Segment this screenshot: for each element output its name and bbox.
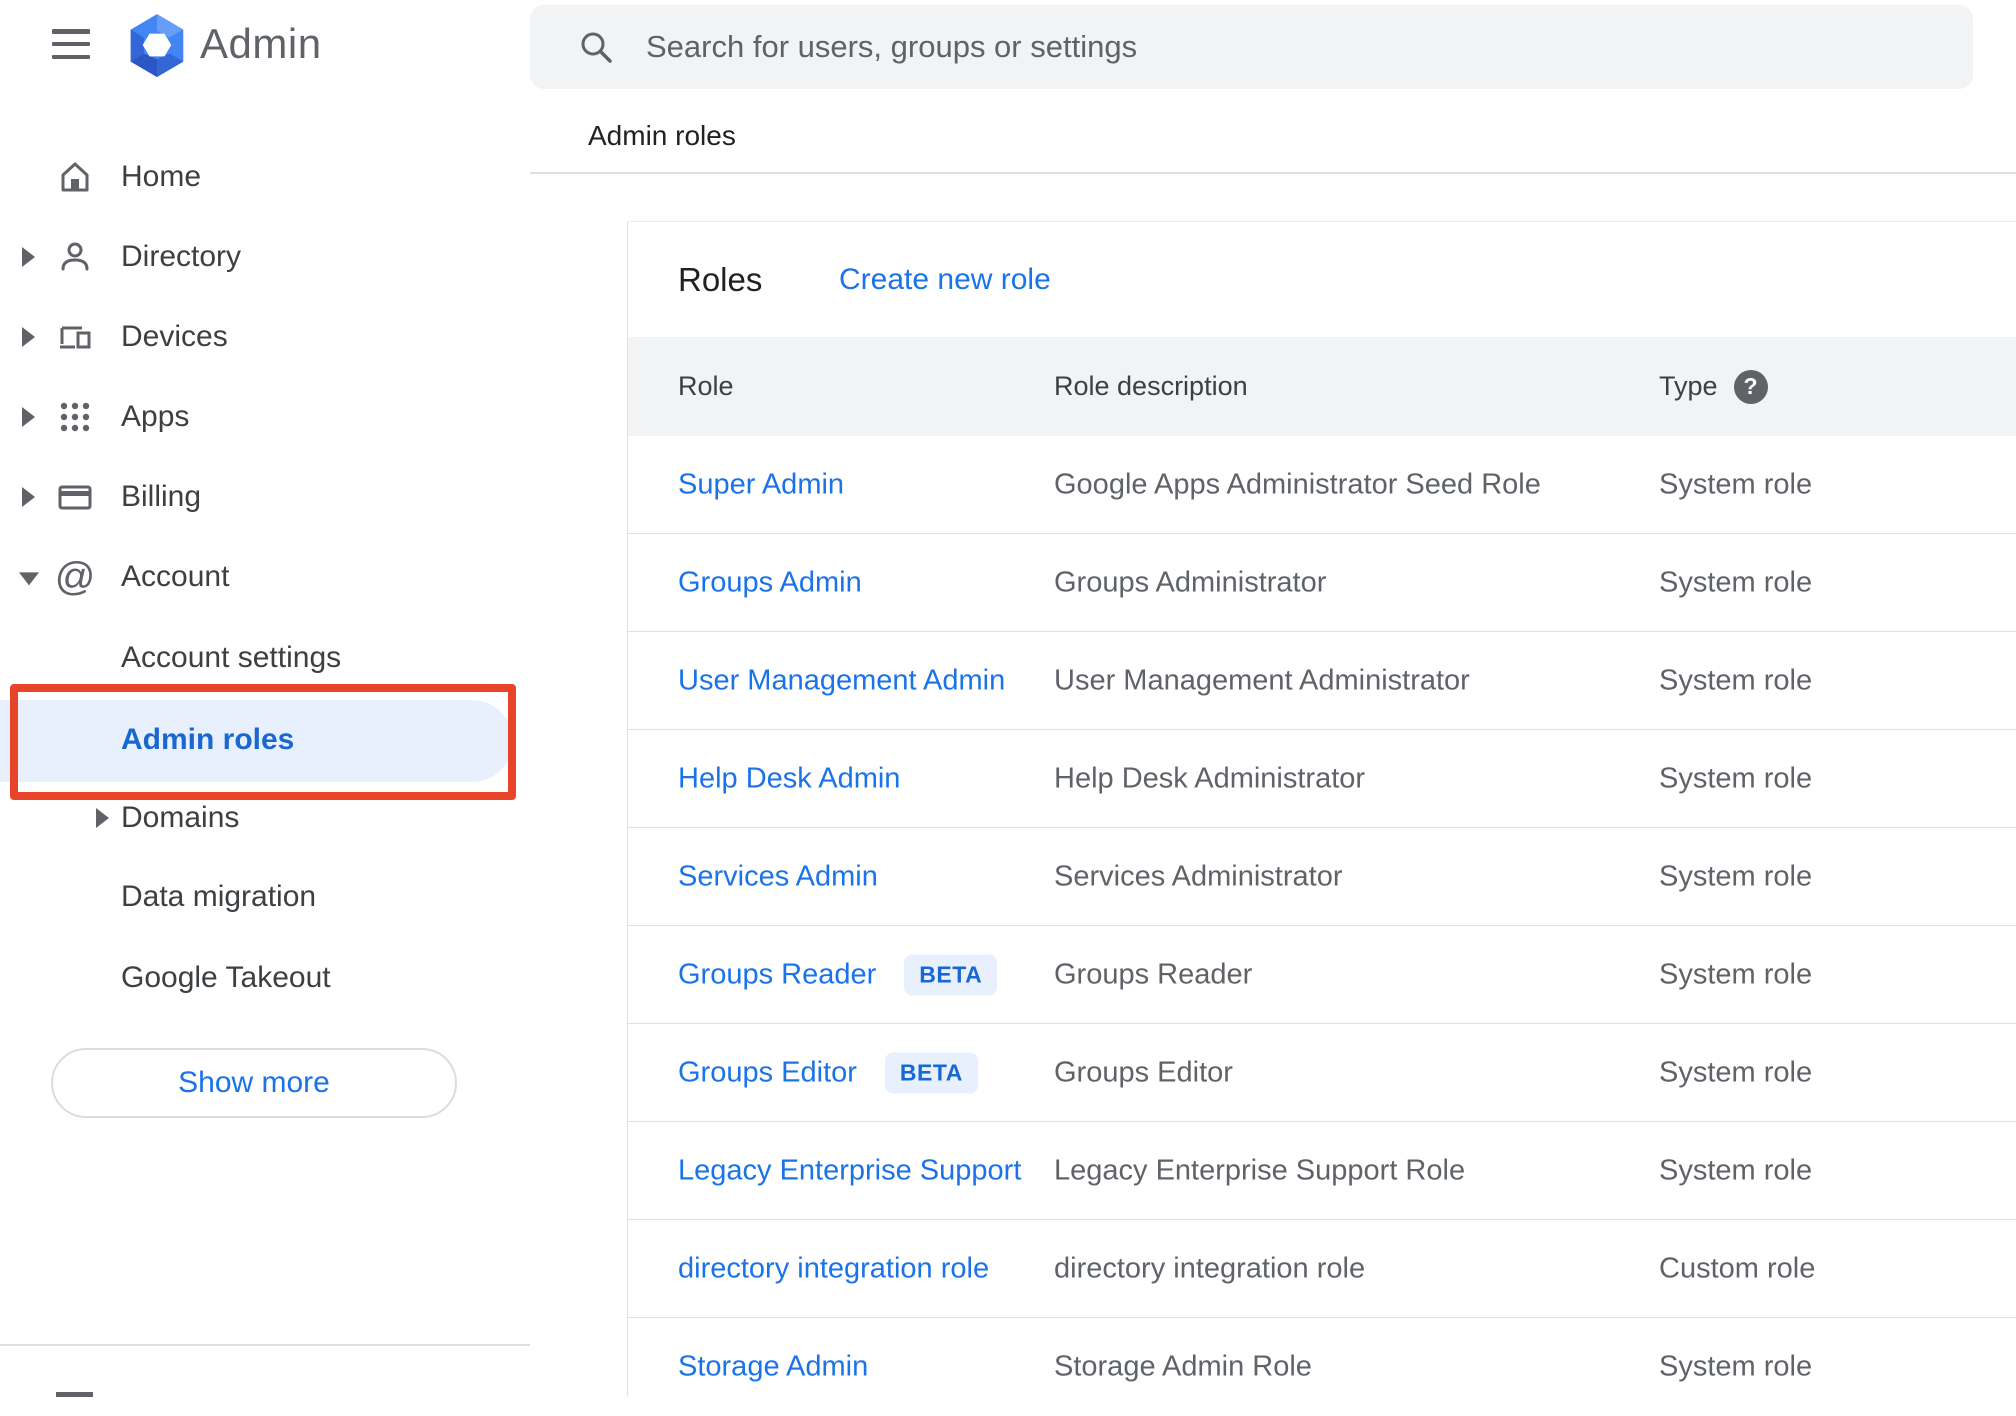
role-description: User Management Administrator: [1054, 664, 1470, 696]
role-description: Google Apps Administrator Seed Role: [1054, 468, 1541, 500]
table-row: directory integration role directory int…: [628, 1220, 2016, 1318]
apps-grid-icon: [56, 398, 94, 436]
role-description: directory integration role: [1054, 1252, 1366, 1284]
role-type: System role: [1659, 468, 1813, 500]
role-link[interactable]: Storage Admin: [678, 1351, 868, 1384]
header-divider: [530, 172, 2016, 174]
role-link[interactable]: Help Desk Admin: [678, 762, 900, 795]
role-link[interactable]: Groups Admin: [678, 566, 862, 599]
sidebar-item-data-migration[interactable]: Data migration: [0, 857, 516, 937]
admin-console-page: Admin Search for users, groups or settin…: [0, 0, 2016, 1416]
column-header-role: Role: [678, 371, 734, 401]
role-type: System role: [1659, 566, 1813, 598]
help-icon[interactable]: ?: [1733, 369, 1768, 404]
table-row: Help Desk Admin Help Desk Administrator …: [628, 730, 2016, 828]
table-row: Storage Admin Storage Admin Role System …: [628, 1318, 2016, 1416]
sidebar-item-directory[interactable]: Directory: [0, 217, 516, 297]
expand-caret-icon[interactable]: [22, 247, 35, 267]
role-type: System role: [1659, 1056, 1813, 1088]
sidebar-item-home[interactable]: Home: [0, 137, 516, 217]
role-description: Help Desk Administrator: [1054, 762, 1366, 794]
sidebar-item-account-settings[interactable]: Account settings: [0, 618, 516, 698]
clipped-bottom-icon: [56, 1392, 93, 1397]
sidebar-item-devices[interactable]: Devices: [0, 297, 516, 377]
sidebar-item-google-takeout[interactable]: Google Takeout: [0, 938, 516, 1018]
role-type: Custom role: [1659, 1252, 1816, 1284]
expand-caret-icon[interactable]: [96, 808, 109, 828]
role-link[interactable]: User Management Admin: [678, 664, 1005, 697]
role-description: Groups Editor: [1054, 1056, 1233, 1088]
sidebar-bottom-divider: [0, 1344, 530, 1346]
role-link[interactable]: Groups Reader: [678, 958, 876, 991]
role-type: System role: [1659, 664, 1813, 696]
beta-badge: BETA: [884, 1052, 978, 1093]
card-title: Roles: [678, 261, 763, 298]
table-row: Groups Admin Groups Administrator System…: [628, 534, 2016, 632]
admin-logo-wordmark: Admin: [200, 20, 322, 67]
role-description: Legacy Enterprise Support Role: [1054, 1154, 1466, 1186]
role-description: Storage Admin Role: [1054, 1350, 1312, 1383]
search-bar[interactable]: Search for users, groups or settings: [530, 5, 1973, 89]
table-row: Legacy Enterprise Support Legacy Enterpr…: [628, 1122, 2016, 1220]
person-icon: [56, 238, 94, 276]
search-icon: [581, 32, 612, 63]
sidebar-item-apps[interactable]: Apps: [0, 377, 516, 457]
table-header-row: Role Role description Type ?: [628, 337, 2016, 436]
table-row: Services Admin Services Administrator Sy…: [628, 828, 2016, 926]
create-new-role-link[interactable]: Create new role: [839, 252, 1051, 308]
sidebar-item-billing[interactable]: Billing: [0, 457, 516, 537]
home-icon: [56, 158, 94, 196]
expand-caret-icon[interactable]: [22, 407, 35, 427]
credit-card-icon: [56, 478, 94, 516]
table-row: Groups Editor BETA Groups Editor System …: [628, 1024, 2016, 1122]
at-sign-icon: @: [54, 555, 96, 599]
expand-caret-icon[interactable]: [22, 487, 35, 507]
role-type: System role: [1659, 1350, 1813, 1383]
role-description: Services Administrator: [1054, 860, 1343, 892]
table-row: Groups Reader BETA Groups Reader System …: [628, 926, 2016, 1024]
role-link[interactable]: directory integration role: [678, 1252, 989, 1285]
roles-card: Roles Create new role Role Role descript…: [627, 221, 2016, 1416]
devices-icon: [56, 318, 94, 356]
breadcrumb: Admin roles: [588, 120, 736, 151]
role-type: System role: [1659, 762, 1813, 794]
role-link[interactable]: Legacy Enterprise Support: [678, 1154, 1021, 1187]
role-link[interactable]: Super Admin: [678, 468, 844, 501]
role-description: Groups Reader: [1054, 958, 1253, 990]
show-more-button[interactable]: Show more: [51, 1048, 457, 1118]
role-type: System role: [1659, 958, 1813, 990]
role-link[interactable]: Services Admin: [678, 860, 878, 893]
admin-logo-icon: [130, 14, 184, 77]
role-type: System role: [1659, 1154, 1813, 1186]
table-row: Super Admin Google Apps Administrator Se…: [628, 436, 2016, 534]
table-row: User Management Admin User Management Ad…: [628, 632, 2016, 730]
search-input[interactable]: Search for users, groups or settings: [646, 5, 1137, 89]
hamburger-menu-icon[interactable]: [52, 29, 90, 59]
sidebar-item-domains[interactable]: Domains: [0, 778, 516, 858]
sidebar-item-account[interactable]: @ Account: [0, 537, 516, 617]
sidebar-item-admin-roles[interactable]: Admin roles: [0, 700, 516, 780]
column-header-description: Role description: [1054, 371, 1248, 401]
role-type: System role: [1659, 860, 1813, 892]
role-link[interactable]: Groups Editor: [678, 1056, 857, 1089]
column-header-type: Type ?: [1659, 337, 1768, 436]
role-description: Groups Administrator: [1054, 566, 1327, 598]
roles-table-body: Super Admin Google Apps Administrator Se…: [628, 436, 2016, 1416]
collapse-caret-icon[interactable]: [19, 572, 39, 586]
expand-caret-icon[interactable]: [22, 327, 35, 347]
beta-badge: BETA: [904, 954, 998, 995]
